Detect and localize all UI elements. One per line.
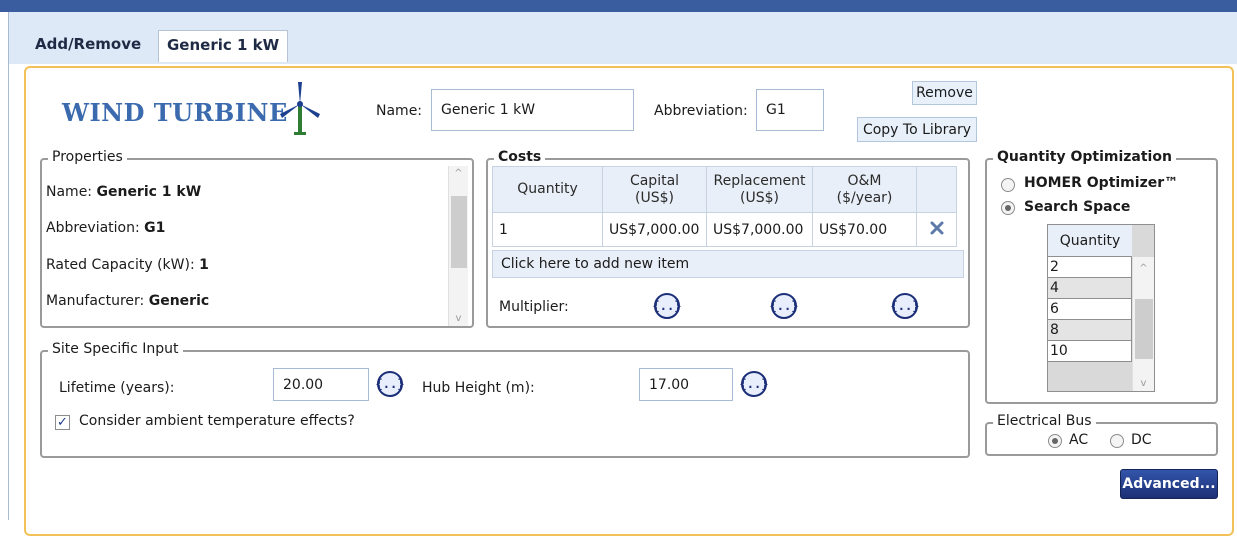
lifetime-sensitivity-button[interactable]: {..} xyxy=(376,371,404,397)
lifetime-label: Lifetime (years): xyxy=(59,380,175,396)
ambient-temperature-label: Consider ambient temperature effects? xyxy=(79,413,355,429)
left-border xyxy=(8,60,9,520)
cell-om[interactable]: US$70.00 xyxy=(812,212,917,247)
col-replacement: Replacement (US$) xyxy=(706,166,813,213)
list-item[interactable]: 8 xyxy=(1048,320,1132,341)
ac-radio[interactable] xyxy=(1048,434,1062,448)
remove-button[interactable]: Remove xyxy=(912,81,977,105)
prop-manufacturer: Manufacturer: Generic xyxy=(46,293,210,309)
delete-row-icon[interactable] xyxy=(916,212,957,247)
scroll-up-icon[interactable]: ^ xyxy=(1133,263,1154,274)
wind-turbine-icon xyxy=(280,82,320,135)
om-multiplier-button[interactable]: {..} xyxy=(891,293,919,319)
list-item[interactable]: 10 xyxy=(1048,341,1132,362)
window-top-bar xyxy=(0,0,1237,12)
tab-add-remove[interactable]: Add/Remove xyxy=(27,30,149,60)
multiplier-label: Multiplier: xyxy=(499,299,569,315)
hub-height-field[interactable]: 17.00 xyxy=(639,368,733,401)
name-label: Name: xyxy=(376,103,423,119)
electrical-bus-legend: Electrical Bus xyxy=(993,413,1096,429)
advanced-button[interactable]: Advanced... xyxy=(1120,469,1218,499)
abbreviation-label: Abbreviation: xyxy=(654,103,748,119)
abbreviation-field[interactable]: G1 xyxy=(756,89,824,131)
quantity-column-header: Quantity xyxy=(1048,225,1132,257)
search-space-grid: Quantity 2 4 6 8 10 ^ v xyxy=(1047,224,1155,392)
costs-legend: Costs xyxy=(494,149,546,165)
scroll-thumb[interactable] xyxy=(451,196,467,268)
list-item[interactable]: 6 xyxy=(1048,299,1132,320)
cell-capital[interactable]: US$7,000.00 xyxy=(602,212,707,247)
scroll-up-icon[interactable]: ^ xyxy=(449,168,468,179)
ambient-temperature-checkbox[interactable]: ✓ xyxy=(55,415,70,430)
scroll-down-icon[interactable]: v xyxy=(449,313,468,324)
col-quantity: Quantity xyxy=(492,166,603,213)
tab-generic-1kw[interactable]: Generic 1 kW xyxy=(158,30,289,62)
quantity-scrollbar[interactable]: ^ v xyxy=(1132,257,1154,391)
tab-strip: Add/Remove Generic 1 kW xyxy=(8,12,1237,64)
list-item[interactable]: 2 xyxy=(1048,257,1132,278)
scroll-down-icon[interactable]: v xyxy=(1133,378,1154,389)
col-capital: Capital (US$) xyxy=(602,166,707,213)
replacement-multiplier-button[interactable]: {..} xyxy=(770,293,798,319)
properties-legend: Properties xyxy=(48,149,127,165)
site-specific-input-group: Site Specific Input xyxy=(40,341,970,458)
name-field[interactable]: Generic 1 kW xyxy=(431,89,634,131)
col-delete xyxy=(916,166,957,213)
scroll-thumb[interactable] xyxy=(1135,299,1153,359)
cell-quantity[interactable]: 1 xyxy=(492,212,603,247)
table-row[interactable]: 1 US$7,000.00 US$7,000.00 US$70.00 xyxy=(492,212,957,247)
search-space-label: Search Space xyxy=(1024,199,1131,215)
prop-name: Name: Generic 1 kW xyxy=(46,184,202,200)
lifetime-field[interactable]: 20.00 xyxy=(273,368,369,401)
ac-label: AC xyxy=(1069,432,1089,448)
cell-replacement[interactable]: US$7,000.00 xyxy=(706,212,813,247)
site-specific-legend: Site Specific Input xyxy=(48,341,183,357)
prop-abbreviation: Abbreviation: G1 xyxy=(46,220,166,236)
copy-to-library-button[interactable]: Copy To Library xyxy=(857,117,977,142)
add-new-item-row[interactable]: Click here to add new item xyxy=(492,250,964,278)
col-om: O&M ($/year) xyxy=(812,166,917,213)
properties-group: Properties Name: Generic 1 kW Abbreviati… xyxy=(40,149,474,328)
hub-height-sensitivity-button[interactable]: {..} xyxy=(740,371,768,397)
properties-scrollbar[interactable]: ^ v xyxy=(448,166,468,326)
homer-optimizer-label: HOMER Optimizer™ xyxy=(1024,175,1179,191)
list-item[interactable]: 4 xyxy=(1048,278,1132,299)
capital-multiplier-button[interactable]: {..} xyxy=(653,293,681,319)
costs-table: Quantity Capital (US$) Replacement (US$) O… xyxy=(492,166,957,247)
homer-optimizer-radio[interactable] xyxy=(1001,178,1015,192)
search-space-radio[interactable] xyxy=(1001,201,1015,215)
electrical-bus-group: Electrical Bus xyxy=(985,413,1218,456)
hub-height-label: Hub Height (m): xyxy=(422,380,535,396)
dc-label: DC xyxy=(1131,432,1152,448)
quantity-optimization-legend: Quantity Optimization xyxy=(993,149,1176,165)
prop-rated-capacity: Rated Capacity (kW): 1 xyxy=(46,257,209,273)
page-title: WIND TURBINE xyxy=(62,98,288,127)
dc-radio[interactable] xyxy=(1110,434,1124,448)
